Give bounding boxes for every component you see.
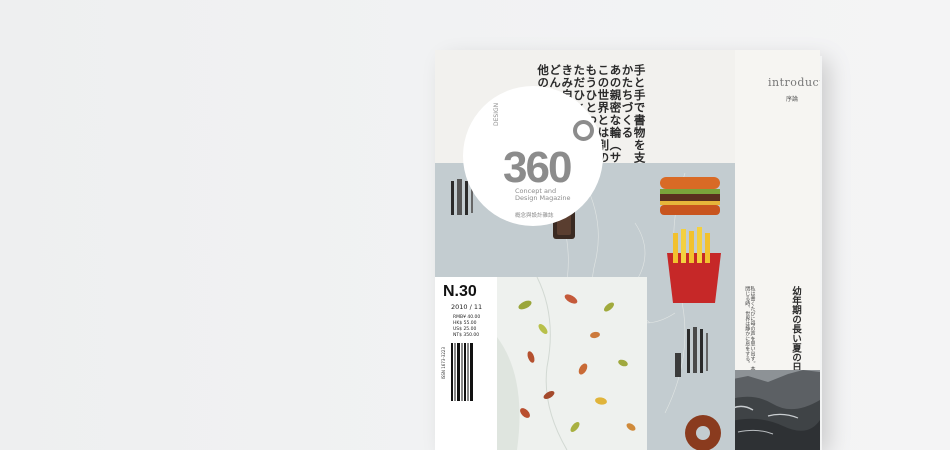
issue-info-box: N.30 2010 / 11 RMB¥ 40.00 HK$ 55.00 US$ … (435, 277, 497, 450)
price-item: RMB¥ 40.00 (453, 315, 481, 320)
price-item: HK$ 55.00 (453, 320, 477, 326)
price-item: NT$ 350.00 (453, 332, 480, 338)
intro-sub-label: 序論 (786, 96, 799, 103)
price-list: RMB¥ 40.00 HK$ 55.00 US$ 25.00 NT$ 350.0… (453, 315, 480, 338)
title-line: かたちづくる (620, 64, 635, 139)
back-magazine-page: introductie 序論 幼年期の長い夏の日々を、 私は書くたびに母の声を思… (728, 50, 820, 450)
issue-date: 2010 / 11 (451, 303, 483, 311)
logo-subtitle-cn: 概念與設計雜誌 (515, 213, 554, 219)
issue-number: N.30 (443, 283, 477, 300)
logo-number: 360 (503, 143, 572, 192)
degree-symbol-icon (573, 120, 594, 141)
intro-label: introductie (768, 76, 820, 89)
price-item: US$ 25.00 (453, 326, 477, 332)
logo-circle: DESIGN 360 Concept and Design Magazine 概… (463, 86, 603, 226)
hamburger-embroidery (660, 177, 720, 215)
coast-photo (728, 370, 820, 450)
magazine-photo: introductie 序論 幼年期の長い夏の日々を、 私は書くたびに母の声を思… (0, 0, 950, 450)
logo-design-label: DESIGN (493, 102, 500, 126)
magazine-cover: 手と手で書物を支え、 かたちづくる あの親密な輪（サークル）、 この世界とは別の… (435, 50, 735, 450)
leaves-photo (497, 277, 647, 450)
logo-subtitle-line2: Design Magazine (515, 194, 571, 203)
logo-subtitle: Concept and Design Magazine (515, 187, 605, 203)
back-page-body: 私は書くたびに母の声を思い出す。本を閉じる時、世界は静かに息をする。 (744, 286, 756, 376)
barcode-icon (451, 343, 473, 401)
